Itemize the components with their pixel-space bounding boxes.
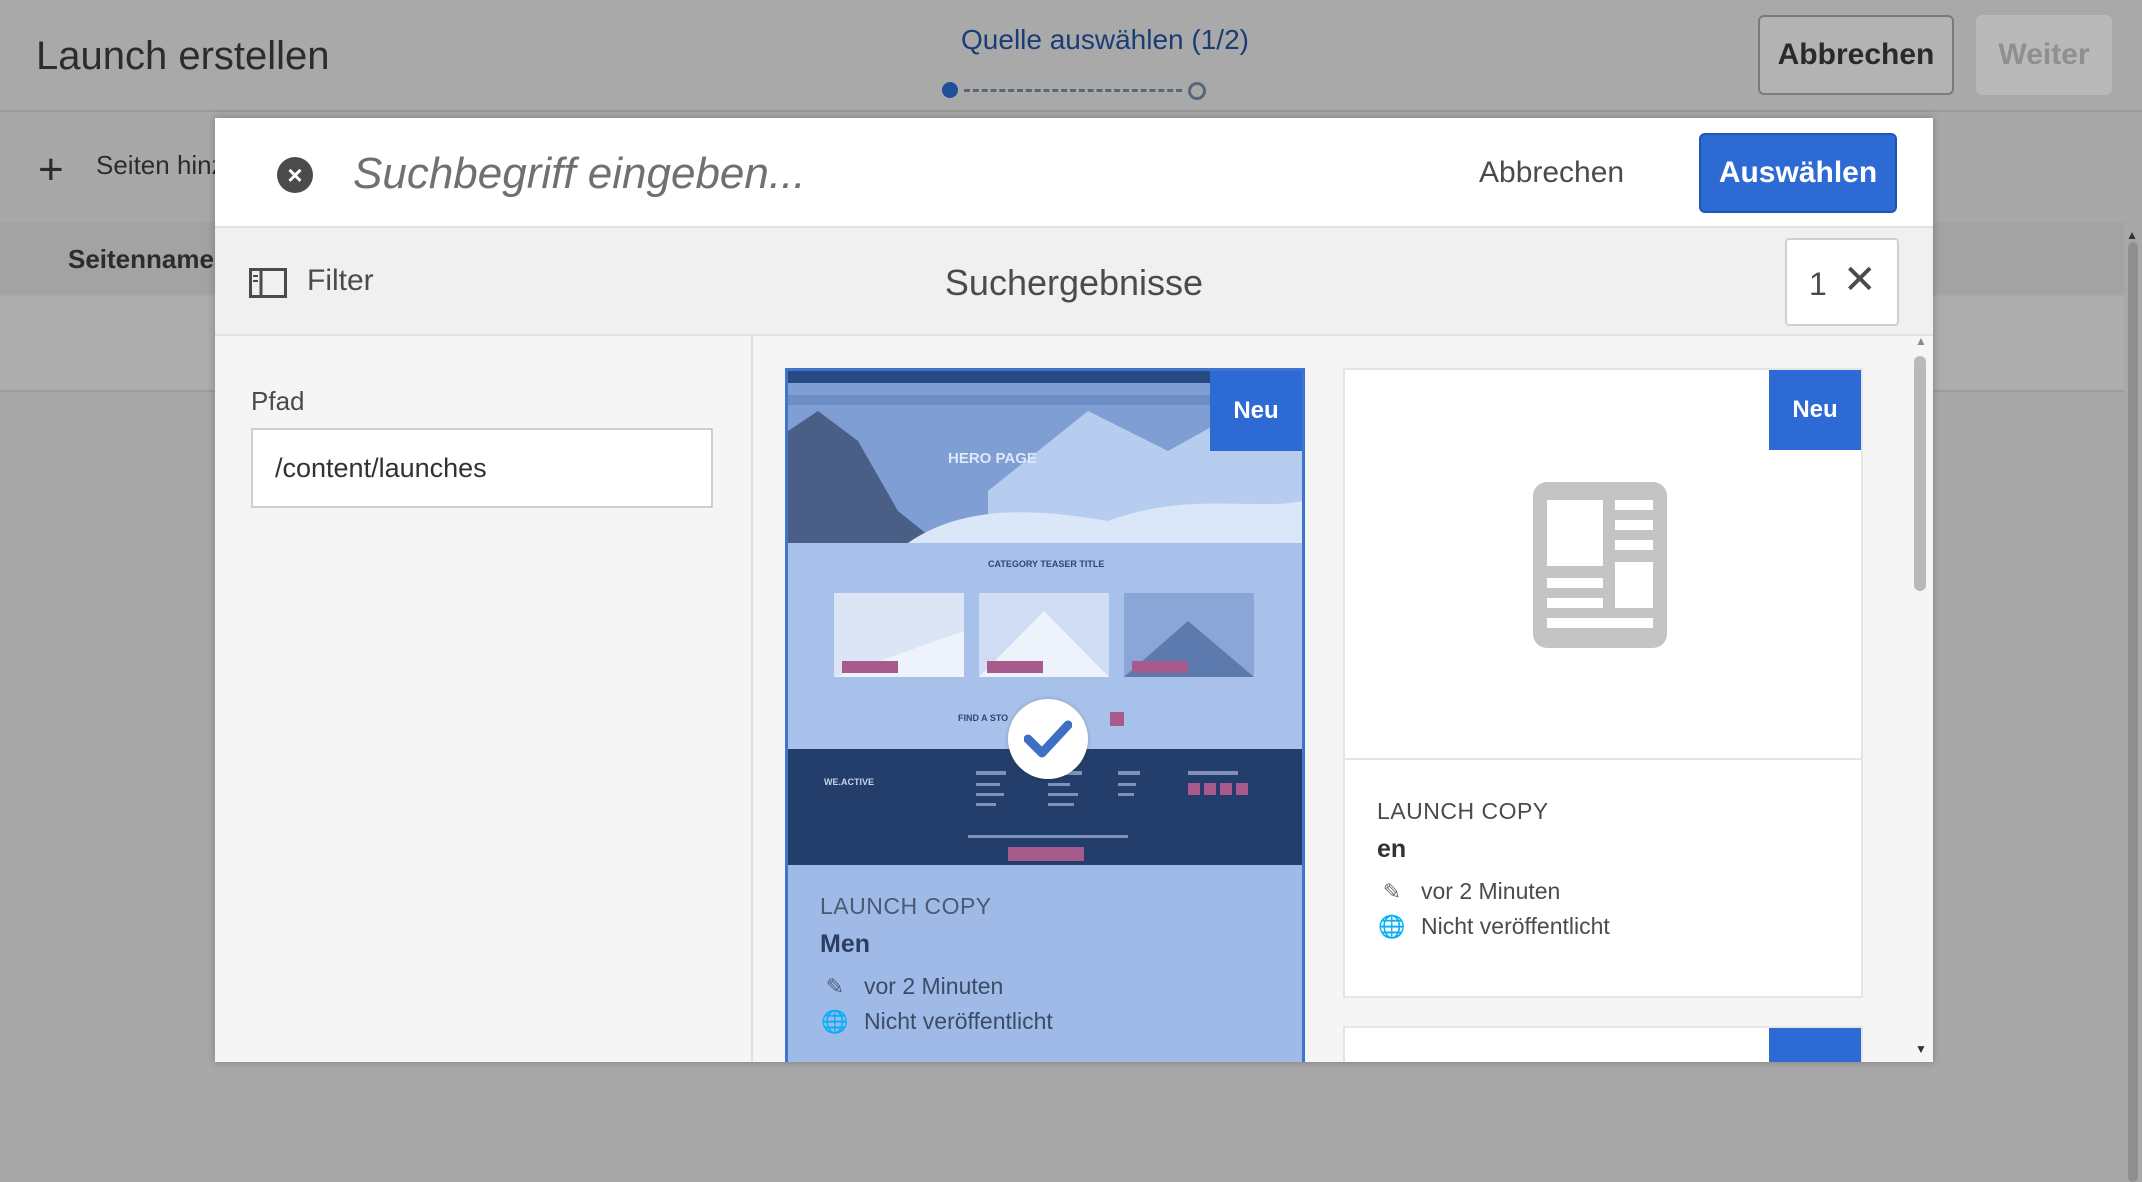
new-badge: Neu bbox=[1210, 371, 1302, 451]
path-label: Pfad bbox=[251, 386, 305, 416]
path-field[interactable] bbox=[251, 428, 713, 508]
modified-row: ✎ vor 2 Minuten bbox=[820, 973, 1053, 1000]
step-dot-pending bbox=[1188, 82, 1206, 100]
filter-panel: Pfad bbox=[215, 336, 753, 1062]
scroll-up-icon[interactable]: ▲ bbox=[1915, 334, 1927, 348]
pencil-icon: ✎ bbox=[825, 973, 845, 999]
modified-row: ✎ vor 2 Minuten bbox=[1377, 878, 1610, 905]
result-card[interactable]: Neu LAUNCH COPY en ✎ vor 2 Minuten 🌐 Nic… bbox=[1343, 368, 1863, 998]
column-header-page-name[interactable]: Seitenname bbox=[68, 244, 214, 275]
result-card[interactable]: HERO PAGE CATEGORY TEASER TITLE FIND A S… bbox=[785, 368, 1305, 1062]
step-dot-active bbox=[942, 82, 958, 98]
step-connector bbox=[964, 89, 1182, 92]
add-pages-button[interactable]: Seiten hinz bbox=[96, 150, 225, 181]
page-document-icon bbox=[1533, 482, 1667, 648]
scroll-up-icon[interactable]: ▲ bbox=[2126, 228, 2138, 242]
selected-checkmark-icon[interactable] bbox=[1008, 699, 1088, 779]
page-scroll-thumb[interactable] bbox=[2128, 242, 2138, 1182]
page-scrollbar[interactable]: ▲ bbox=[2124, 112, 2142, 1182]
wizard-steps: Quelle auswählen (1/2) bbox=[930, 24, 1280, 100]
dialog-cancel-button[interactable]: Abbrechen bbox=[1479, 148, 1624, 198]
globe-unpublished-icon: 🌐 bbox=[821, 1008, 849, 1034]
dialog-header: × Abbrechen Auswählen bbox=[215, 118, 1933, 228]
publish-status: Nicht veröffentlicht bbox=[1421, 913, 1610, 939]
wizard-step-label: Quelle auswählen (1/2) bbox=[961, 24, 1249, 55]
plus-icon[interactable]: + bbox=[38, 148, 64, 192]
results-scroll-thumb[interactable] bbox=[1914, 356, 1926, 591]
select-source-dialog: × Abbrechen Auswählen Filter Suchergebni… bbox=[215, 118, 1933, 1062]
clear-search-icon[interactable]: × bbox=[277, 157, 313, 193]
card-title: Men bbox=[820, 930, 870, 958]
selection-count: 1 bbox=[1809, 266, 1827, 302]
new-badge bbox=[1769, 1028, 1861, 1062]
selection-count-box[interactable]: 1 ✕ bbox=[1785, 238, 1899, 326]
publish-status-row: 🌐 Nicht veröffentlicht bbox=[1377, 913, 1610, 940]
publish-status: Nicht veröffentlicht bbox=[864, 1008, 1053, 1034]
publish-status-row: 🌐 Nicht veröffentlicht bbox=[820, 1008, 1053, 1035]
clear-selection-icon[interactable]: ✕ bbox=[1843, 260, 1877, 300]
card-meta: LAUNCH COPY en ✎ vor 2 Minuten 🌐 Nicht v… bbox=[1377, 798, 1610, 940]
card-type: LAUNCH COPY bbox=[1377, 798, 1549, 824]
page-title: Launch erstellen bbox=[36, 34, 330, 78]
card-meta: LAUNCH COPY Men ✎ vor 2 Minuten 🌐 Nicht … bbox=[820, 893, 1053, 1035]
results-grid: HERO PAGE CATEGORY TEASER TITLE FIND A S… bbox=[753, 336, 1933, 1062]
result-card[interactable] bbox=[1343, 1026, 1863, 1062]
search-input[interactable] bbox=[351, 138, 1455, 210]
pencil-icon: ✎ bbox=[1382, 878, 1402, 904]
thumb-teaser-title: CATEGORY TEASER TITLE bbox=[988, 559, 1104, 569]
globe-unpublished-icon: 🌐 bbox=[1378, 913, 1406, 939]
results-toolbar: Filter Suchergebnisse 1 ✕ bbox=[215, 228, 1933, 336]
new-badge: Neu bbox=[1769, 370, 1861, 450]
wizard-cancel-button[interactable]: Abbrechen bbox=[1758, 15, 1954, 95]
modified-time: vor 2 Minuten bbox=[1421, 878, 1561, 904]
thumb-hero-label: HERO PAGE bbox=[948, 450, 1037, 467]
wizard-progress bbox=[942, 80, 1206, 100]
select-button[interactable]: Auswählen bbox=[1699, 133, 1897, 213]
results-title: Suchergebnisse bbox=[944, 262, 1204, 303]
card-title: en bbox=[1377, 835, 1407, 863]
wizard-next-button[interactable]: Weiter bbox=[1976, 15, 2112, 95]
top-bar: Launch erstellen Quelle auswählen (1/2) … bbox=[0, 0, 2142, 112]
modified-time: vor 2 Minuten bbox=[864, 973, 1004, 999]
scroll-down-icon[interactable]: ▼ bbox=[1915, 1042, 1927, 1056]
results-scrollbar[interactable]: ▲ ▼ bbox=[1910, 334, 1930, 1062]
thumb-find-label: FIND A STO bbox=[958, 713, 1008, 723]
thumb-footer-logo: WE.ACTIVE bbox=[824, 777, 874, 787]
card-type: LAUNCH COPY bbox=[820, 893, 992, 919]
